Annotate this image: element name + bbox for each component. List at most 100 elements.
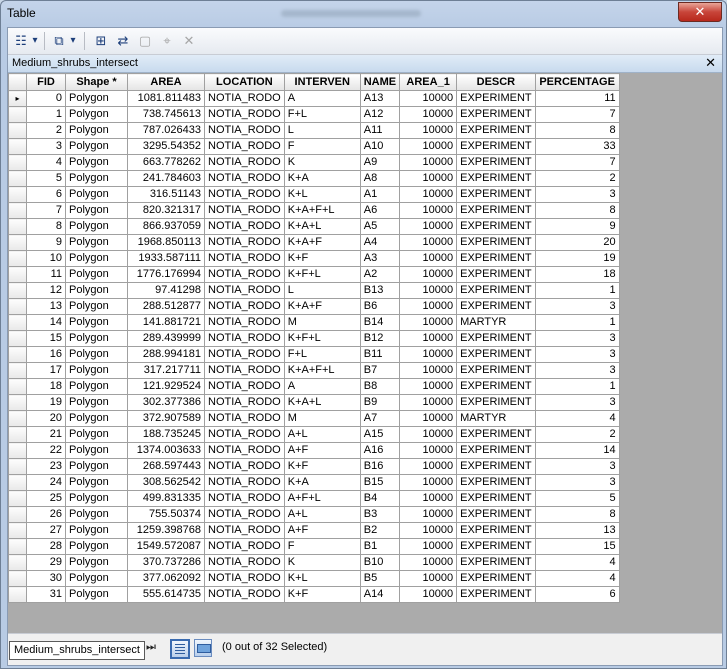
table-cell[interactable]: NOTIA_RODO [204,346,285,363]
table-cell[interactable]: 1776.176994 [127,266,205,283]
table-cell[interactable]: 10000 [399,458,458,475]
table-cell[interactable]: MARTYR [456,314,536,331]
table-cell[interactable]: 2 [26,122,66,139]
table-cell[interactable]: Polygon [65,506,128,523]
table-cell[interactable]: B9 [359,394,401,411]
table-cell[interactable]: 288.994181 [127,346,205,363]
table-cell[interactable]: 10000 [399,154,458,171]
table-cell[interactable]: 24 [26,474,66,491]
table-row[interactable]: 24 Polygon 308.562542 NOTIA_RODO K+A B15 10000… [8,474,620,491]
table-cell[interactable]: 10000 [399,186,458,203]
row-selector[interactable] [8,266,27,283]
table-cell[interactable]: 15 [26,330,66,347]
table-cell[interactable]: NOTIA_RODO [204,362,285,379]
table-cell[interactable]: A10 [359,138,401,155]
row-selector[interactable] [8,330,27,347]
table-cell[interactable]: EXPERIMENT [456,522,536,539]
table-cell[interactable]: 15 [534,538,620,555]
table-cell[interactable]: 10000 [399,490,458,507]
row-selector[interactable] [8,346,27,363]
table-cell[interactable]: 1 [534,282,620,299]
table-cell[interactable]: NOTIA_RODO [204,522,285,539]
table-cell[interactable]: Polygon [65,490,128,507]
table-cell[interactable]: 3 [534,394,620,411]
switch-selection-icon[interactable]: ⇄ [114,31,132,51]
table-cell[interactable]: 241.784603 [127,170,205,187]
row-selector[interactable] [8,250,27,267]
show-all-records-button[interactable] [170,639,190,659]
table-cell[interactable]: Polygon [65,314,128,331]
table-cell[interactable]: 10000 [399,586,458,603]
table-row[interactable]: 31 Polygon 555.614735 NOTIA_RODO K+F A14 10000… [8,586,620,603]
table-cell[interactable]: B13 [359,282,401,299]
row-selector[interactable] [8,186,27,203]
table-row[interactable]: 20 Polygon 372.907589 NOTIA_RODO M A7 10000 MAR… [8,410,620,427]
table-row[interactable]: 26 Polygon 755.50374 NOTIA_RODO A+L B3 10000 EX… [8,506,620,523]
table-cell[interactable]: 28 [26,538,66,555]
table-cell[interactable]: 302.377386 [127,394,205,411]
table-cell[interactable]: K+L [283,570,361,587]
table-cell[interactable]: 27 [26,522,66,539]
table-row[interactable]: 13 Polygon 288.512877 NOTIA_RODO K+A+F B6 1000… [8,298,620,315]
table-cell[interactable]: NOTIA_RODO [204,490,285,507]
table-cell[interactable]: B14 [359,314,401,331]
table-cell[interactable]: Polygon [65,106,128,123]
table-cell[interactable]: Polygon [65,458,128,475]
related-tables-dropdown-icon[interactable]: ▾ [68,31,78,51]
table-row[interactable]: 1 Polygon 738.745613 NOTIA_RODO F+L A12 10000 E… [8,106,620,123]
table-cell[interactable]: EXPERIMENT [456,170,536,187]
table-cell[interactable]: 10000 [399,218,458,235]
show-selected-records-button[interactable] [194,639,212,657]
table-cell[interactable]: Polygon [65,442,128,459]
row-selector[interactable] [8,362,27,379]
table-cell[interactable]: 31 [26,586,66,603]
table-cell[interactable]: EXPERIMENT [456,442,536,459]
column-header-percentage[interactable]: PERCENTAGE [534,73,620,91]
table-cell[interactable]: 10000 [399,474,458,491]
table-cell[interactable]: 663.778262 [127,154,205,171]
table-cell[interactable]: EXPERIMENT [456,138,536,155]
table-cell[interactable]: B3 [359,506,401,523]
table-cell[interactable]: EXPERIMENT [456,490,536,507]
table-cell[interactable]: 10000 [399,138,458,155]
table-cell[interactable]: B8 [359,378,401,395]
table-options-dropdown-icon[interactable]: ▾ [30,31,40,51]
table-cell[interactable]: 188.735245 [127,426,205,443]
table-cell[interactable]: 4 [534,570,620,587]
table-cell[interactable]: A15 [359,426,401,443]
table-cell[interactable]: NOTIA_RODO [204,170,285,187]
table-cell[interactable]: F [283,538,361,555]
table-row[interactable]: 15 Polygon 289.439999 NOTIA_RODO K+F+L B12 100… [8,330,620,347]
table-cell[interactable]: 10000 [399,362,458,379]
table-cell[interactable]: B1 [359,538,401,555]
table-cell[interactable]: A+F+L [283,490,361,507]
row-selector[interactable] [8,378,27,395]
table-cell[interactable]: NOTIA_RODO [204,410,285,427]
table-cell[interactable]: 121.929524 [127,378,205,395]
table-cell[interactable]: L [283,122,361,139]
table-tab-bottom[interactable]: Medium_shrubs_intersect [9,641,145,660]
table-cell[interactable]: 1549.572087 [127,538,205,555]
clear-selection-icon[interactable]: ▢ [136,31,154,51]
table-cell[interactable]: 8 [534,506,620,523]
table-cell[interactable]: 5 [26,170,66,187]
table-cell[interactable]: Polygon [65,538,128,555]
table-cell[interactable]: EXPERIMENT [456,266,536,283]
table-cell[interactable]: 3 [534,330,620,347]
table-cell[interactable]: Polygon [65,330,128,347]
table-cell[interactable]: 7 [534,154,620,171]
table-cell[interactable]: EXPERIMENT [456,570,536,587]
table-cell[interactable]: 23 [26,458,66,475]
table-cell[interactable]: 10000 [399,298,458,315]
table-cell[interactable]: 7 [534,106,620,123]
table-row[interactable]: ▸ 0 Polygon 1081.811483 NOTIA_RODO A A13 10000 E… [8,90,620,107]
table-cell[interactable]: EXPERIMENT [456,218,536,235]
table-cell[interactable]: A2 [359,266,401,283]
table-cell[interactable]: K+A+F+L [283,202,361,219]
table-cell[interactable]: NOTIA_RODO [204,330,285,347]
table-cell[interactable]: NOTIA_RODO [204,394,285,411]
table-cell[interactable]: EXPERIMENT [456,282,536,299]
table-cell[interactable]: Polygon [65,218,128,235]
table-cell[interactable]: Polygon [65,378,128,395]
table-cell[interactable]: Polygon [65,394,128,411]
